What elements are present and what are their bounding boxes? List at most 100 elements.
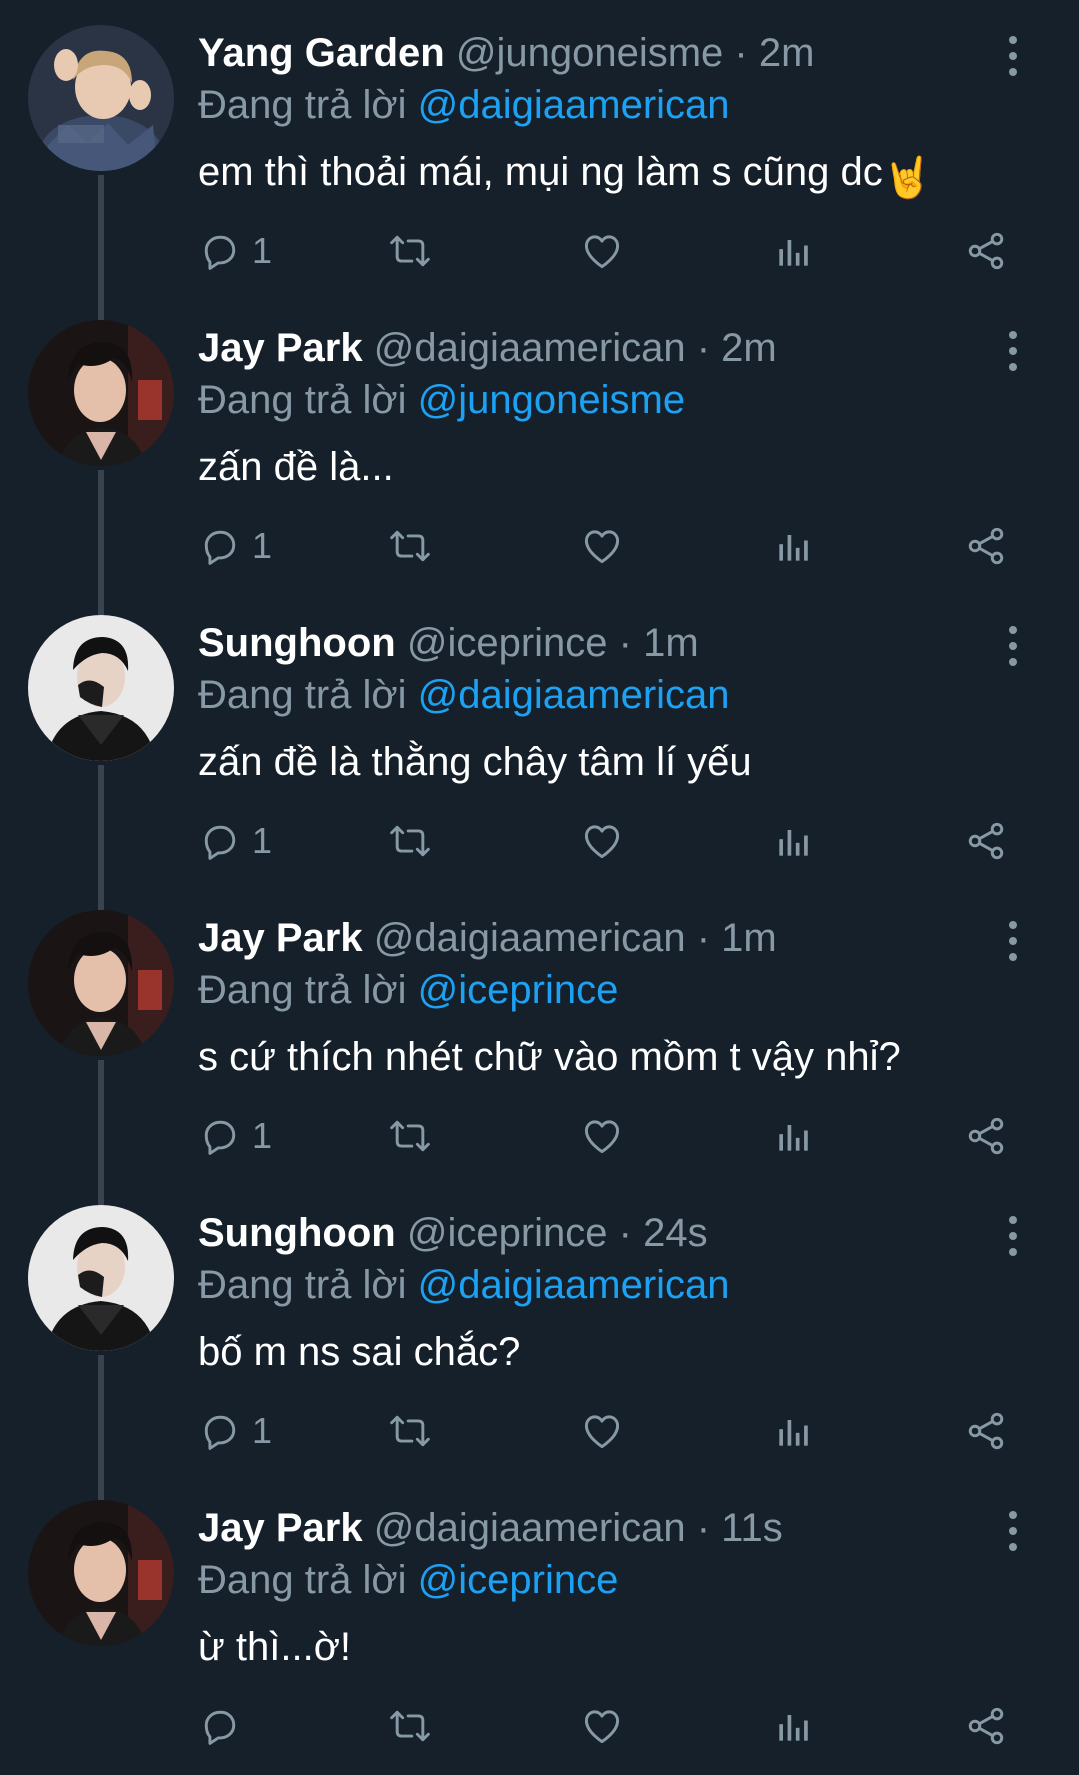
avatar[interactable] — [28, 320, 174, 466]
stats-icon — [772, 229, 816, 273]
mention-link[interactable]: @daigiaamerican — [418, 1263, 730, 1307]
reply-button[interactable] — [198, 1701, 252, 1751]
stats-button[interactable] — [772, 816, 816, 866]
tweet-actions: 1 — [198, 1111, 1018, 1161]
more-icon[interactable] — [1001, 1214, 1025, 1258]
mention-link[interactable]: @iceprince — [418, 1558, 619, 1602]
stats-button[interactable] — [772, 1111, 816, 1161]
display-name[interactable]: Sunghoon — [198, 621, 396, 665]
stats-button[interactable] — [772, 226, 816, 276]
replying-to: Đang trả lời @daigiaamerican — [198, 78, 730, 132]
reply-button[interactable]: 1 — [198, 226, 272, 276]
separator: · — [696, 1506, 711, 1550]
timestamp[interactable]: 1m — [643, 621, 699, 665]
user-handle[interactable]: @daigiaamerican — [374, 916, 686, 960]
tweet[interactable]: Jay Park @daigiaamerican · 2m Đang trả lờ… — [0, 295, 1079, 590]
like-button[interactable] — [580, 226, 624, 276]
like-button[interactable] — [580, 1111, 624, 1161]
mention-link[interactable]: @iceprince — [418, 968, 619, 1012]
avatar[interactable] — [28, 615, 174, 761]
tweet-body: bố m ns sai chắc? — [198, 1330, 521, 1374]
share-button[interactable] — [964, 1701, 1008, 1751]
more-icon[interactable] — [1001, 624, 1025, 668]
stats-button[interactable] — [772, 1406, 816, 1456]
replying-to-label: Đang trả lời — [198, 83, 407, 127]
share-icon — [964, 524, 1008, 568]
tweet-body: ừ thì...ờ! — [198, 1625, 352, 1669]
share-button[interactable] — [964, 816, 1008, 866]
reply-button[interactable]: 1 — [198, 1111, 272, 1161]
stats-button[interactable] — [772, 1701, 816, 1751]
heart-icon — [580, 1114, 624, 1158]
display-name[interactable]: Sunghoon — [198, 1211, 396, 1255]
reply-button[interactable]: 1 — [198, 1406, 272, 1456]
share-button[interactable] — [964, 521, 1008, 571]
user-handle[interactable]: @iceprince — [407, 1211, 608, 1255]
user-handle[interactable]: @iceprince — [407, 621, 608, 665]
timestamp[interactable]: 11s — [721, 1506, 783, 1550]
retweet-icon — [388, 1409, 432, 1453]
replying-to-label: Đang trả lời — [198, 968, 407, 1012]
stats-icon — [772, 1409, 816, 1453]
mention-link[interactable]: @daigiaamerican — [418, 673, 730, 717]
replying-to: Đang trả lời @jungoneisme — [198, 373, 685, 427]
separator: · — [618, 621, 632, 665]
mention-link[interactable]: @jungoneisme — [418, 378, 685, 422]
like-button[interactable] — [580, 1406, 624, 1456]
replying-to-label: Đang trả lời — [198, 378, 407, 422]
tweet-header: Sunghoon @iceprince · 24s — [198, 1206, 708, 1260]
stats-icon — [772, 1114, 816, 1158]
share-button[interactable] — [964, 226, 1008, 276]
reply-icon — [198, 1704, 242, 1748]
timestamp[interactable]: 2m — [721, 326, 777, 370]
retweet-button[interactable] — [388, 226, 432, 276]
retweet-button[interactable] — [388, 521, 432, 571]
tweet[interactable]: Jay Park @daigiaamerican · 1m Đang trả lờ… — [0, 885, 1079, 1180]
user-handle[interactable]: @daigiaamerican — [374, 1506, 686, 1550]
more-icon[interactable] — [1001, 919, 1025, 963]
more-icon[interactable] — [1001, 1509, 1025, 1553]
tweet[interactable]: Jay Park @daigiaamerican · 11s Đang trả l… — [0, 1475, 1079, 1770]
retweet-button[interactable] — [388, 1111, 432, 1161]
retweet-button[interactable] — [388, 1406, 432, 1456]
timestamp[interactable]: 1m — [721, 916, 777, 960]
tweet-body: em thì thoải mái, mụi ng làm s cũng dc — [198, 150, 883, 194]
more-icon[interactable] — [1001, 34, 1025, 78]
like-button[interactable] — [580, 1701, 624, 1751]
heart-icon — [580, 819, 624, 863]
tweet-actions: 1 — [198, 816, 1018, 866]
avatar[interactable] — [28, 1205, 174, 1351]
tweet-actions: 1 — [198, 521, 1018, 571]
mention-link[interactable]: @daigiaamerican — [418, 83, 730, 127]
more-icon[interactable] — [1001, 329, 1025, 373]
like-button[interactable] — [580, 521, 624, 571]
user-handle[interactable]: @daigiaamerican — [374, 326, 686, 370]
tweet[interactable]: Sunghoon @iceprince · 24s Đang trả lời @d… — [0, 1180, 1079, 1475]
avatar[interactable] — [28, 1500, 174, 1646]
display-name[interactable]: Jay Park — [198, 326, 363, 370]
avatar[interactable] — [28, 910, 174, 1056]
retweet-button[interactable] — [388, 1701, 432, 1751]
timestamp[interactable]: 2m — [759, 31, 815, 75]
display-name[interactable]: Jay Park — [198, 916, 363, 960]
reply-icon — [198, 819, 242, 863]
timestamp[interactable]: 24s — [643, 1211, 708, 1255]
tweet-text: s cứ thích nhét chữ vào mồm t vậy nhỉ? — [198, 1030, 901, 1084]
reply-button[interactable]: 1 — [198, 521, 272, 571]
display-name[interactable]: Jay Park — [198, 1506, 363, 1550]
user-handle[interactable]: @jungoneisme — [456, 31, 723, 75]
replying-to: Đang trả lời @daigiaamerican — [198, 668, 730, 722]
tweet[interactable]: Yang Garden @jungoneisme · 2m Đang trả lờ… — [0, 0, 1079, 295]
reply-button[interactable]: 1 — [198, 816, 272, 866]
stats-icon — [772, 1704, 816, 1748]
display-name[interactable]: Yang Garden — [198, 31, 445, 75]
share-button[interactable] — [964, 1111, 1008, 1161]
like-button[interactable] — [580, 816, 624, 866]
retweet-button[interactable] — [388, 816, 432, 866]
share-button[interactable] — [964, 1406, 1008, 1456]
stats-button[interactable] — [772, 521, 816, 571]
stats-icon — [772, 524, 816, 568]
retweet-icon — [388, 1114, 432, 1158]
tweet[interactable]: Sunghoon @iceprince · 1m Đang trả lời @da… — [0, 590, 1079, 885]
avatar[interactable] — [28, 25, 174, 171]
